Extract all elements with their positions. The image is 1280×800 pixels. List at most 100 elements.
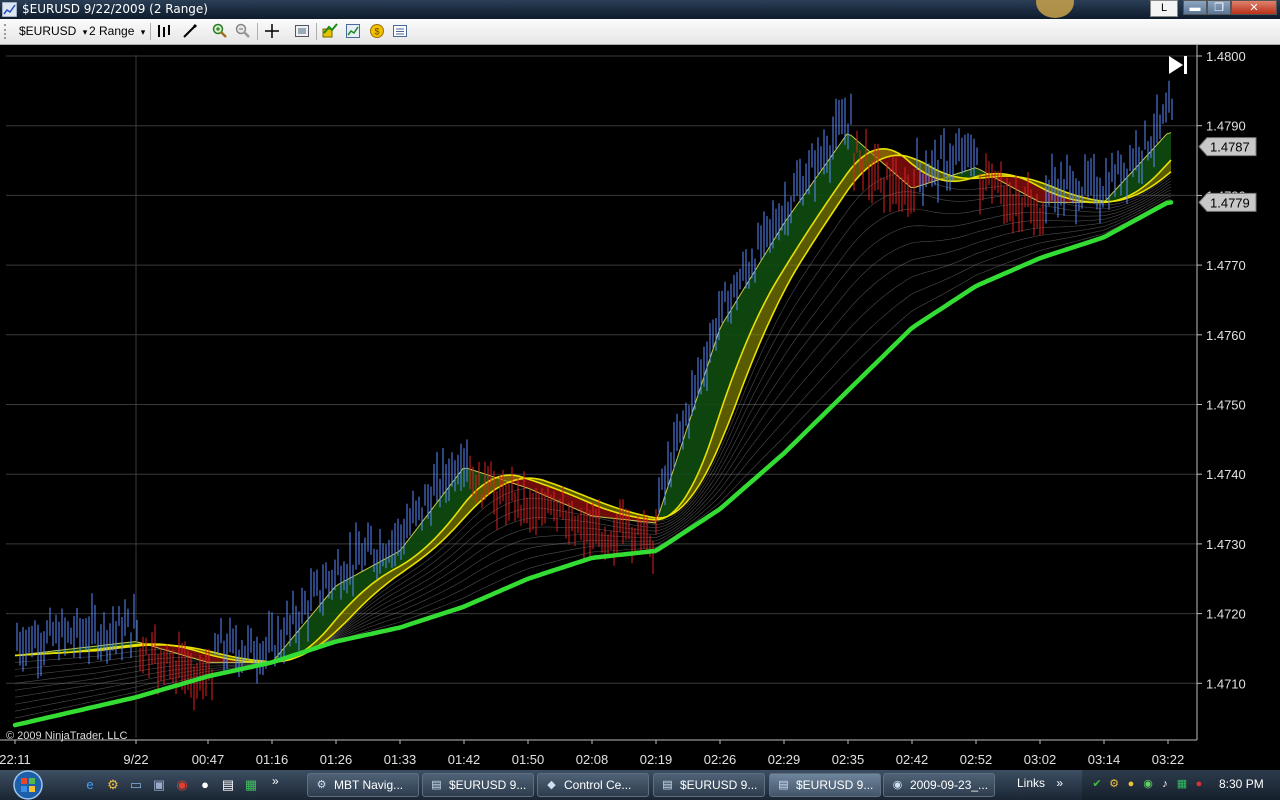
strategies-icon[interactable] [345, 23, 361, 39]
panda-icon[interactable]: ● [197, 777, 213, 793]
time-axis-label: 01:16 [256, 752, 289, 767]
links-toolbar[interactable]: Links » [1017, 776, 1063, 790]
time-axis-label: 02:19 [640, 752, 673, 767]
bar-type-icon[interactable] [156, 23, 172, 39]
notepad-icon[interactable]: ▤ [220, 777, 236, 793]
yellow-ma-line [14, 154, 1172, 663]
window-title: $EURUSD 9/22/2009 (2 Range) [22, 2, 208, 16]
ribbon-line [14, 195, 1172, 712]
security-icon[interactable]: ◉ [1141, 777, 1155, 791]
start-button[interactable] [8, 770, 48, 800]
ribbon-fill [707, 355, 711, 452]
time-axis-label: 03:02 [1024, 752, 1057, 767]
language-icon[interactable]: ● [1192, 777, 1206, 791]
time-axis-label: 01:42 [448, 752, 481, 767]
ribbon-fill [819, 168, 823, 215]
fast-ma-line [14, 132, 1172, 663]
time-axis-label: 03:22 [1152, 752, 1185, 767]
clock[interactable]: 8:30 PM [1219, 777, 1264, 791]
title-bar: $EURUSD 9/22/2009 (2 Range) L ▬ ❐ ✕ [0, 0, 1280, 19]
last-price-tag: 1.4787 [1210, 140, 1250, 155]
price-axis-label: 1.4750 [1206, 398, 1246, 413]
ribbon-fill [731, 303, 735, 382]
taskbar-button[interactable]: ◆ Control Ce... [537, 773, 649, 797]
taskbar-button[interactable]: ▤ $EURUSD 9... [653, 773, 765, 797]
instrument-selector[interactable]: $EURUSD ▾ [19, 23, 87, 40]
ribbon-fill [723, 316, 727, 405]
mbt-icon: ⚙ [316, 779, 327, 791]
zoom-out-icon[interactable] [235, 23, 251, 39]
shield-icon[interactable]: ✔ [1090, 777, 1104, 791]
copyright-text: © 2009 NinjaTrader, LLC [6, 730, 128, 742]
ribbon-fill [1143, 155, 1147, 188]
period-selector[interactable]: 2 Range ▾ [89, 23, 145, 40]
glow-orb-decoration [1036, 0, 1074, 18]
ie-icon[interactable]: e [82, 777, 98, 793]
go-to-end-icon[interactable] [1167, 54, 1191, 76]
mbt-icon[interactable]: ⚙ [105, 777, 121, 793]
chart-app-icon [2, 2, 17, 17]
ribbon-fill [775, 231, 779, 284]
links-label: Links [1017, 776, 1046, 790]
price-axis-label: 1.4720 [1206, 607, 1246, 622]
period-label: 2 Range [89, 24, 135, 38]
maximize-button[interactable]: ❐ [1207, 0, 1231, 15]
chevron-down-icon: ▾ [82, 27, 88, 37]
quicklaunch-overflow-button[interactable]: » [272, 774, 279, 788]
ribbon-fill [1167, 132, 1171, 165]
zoom-in-icon[interactable] [212, 23, 228, 39]
time-axis-label: 02:29 [768, 752, 801, 767]
indicators-icon[interactable] [322, 23, 338, 39]
network-status-icon[interactable]: ▦ [1175, 777, 1189, 791]
link-button[interactable]: L [1150, 0, 1178, 17]
close-button[interactable]: ✕ [1231, 0, 1277, 15]
chrome-icon: ◉ [892, 779, 903, 791]
ribbon-line [14, 173, 1172, 663]
chart-panel[interactable]: 1.48001.47901.47801.47701.47601.47501.47… [0, 45, 1280, 770]
chart-grid [6, 55, 1197, 738]
chevron-down-icon: ▾ [140, 27, 146, 37]
toolbar-separator [316, 23, 317, 40]
chart-trader-icon[interactable] [392, 23, 408, 39]
chrome-icon[interactable]: ◉ [174, 777, 190, 793]
ribbon-fill [691, 404, 695, 488]
ribbon-fill [791, 207, 795, 258]
toolbar-grip[interactable] [4, 24, 8, 39]
price-chart[interactable]: 1.48001.47901.47801.47701.47601.47501.47… [0, 45, 1280, 770]
time-axis-label: 02:52 [960, 752, 993, 767]
drawing-tools-icon[interactable] [182, 23, 198, 39]
desktop-icon[interactable]: ▭ [128, 777, 144, 793]
yellow-ma-band [14, 147, 1172, 664]
ribbon-fill [811, 179, 815, 227]
time-axis-label: 02:42 [896, 752, 929, 767]
time-axis-label: 01:50 [512, 752, 545, 767]
price-axis-label: 1.4800 [1206, 49, 1246, 64]
taskbar-button[interactable]: ▤ $EURUSD 9... [422, 773, 534, 797]
svg-text:$: $ [374, 27, 379, 37]
ribbon-fill [675, 452, 679, 511]
ninjatrader-icon[interactable]: ▦ [243, 777, 259, 793]
taskbar-button[interactable]: ▤ $EURUSD 9... [769, 773, 881, 797]
minimize-button[interactable]: ▬ [1183, 0, 1207, 15]
price-axis-label: 1.4760 [1206, 328, 1246, 343]
properties-icon[interactable] [294, 23, 310, 39]
chart-app-icon: ▤ [431, 779, 442, 791]
taskbar-button-label: $EURUSD 9... [449, 778, 527, 792]
ribbon-line [14, 192, 1172, 705]
time-axis-label: 9/22 [123, 752, 148, 767]
messenger-icon[interactable]: ● [1124, 777, 1138, 791]
price-axis-label: 1.4740 [1206, 467, 1246, 482]
ribbon-fill [815, 173, 819, 221]
ribbon-fill [803, 190, 807, 239]
ribbon-fill [323, 596, 327, 635]
ma-ribbon [14, 132, 1172, 719]
instrument-label: $EURUSD [19, 24, 77, 38]
volume-icon[interactable]: ♪ [1158, 777, 1172, 791]
network-icon[interactable]: ⚙ [1107, 777, 1121, 791]
crosshair-icon[interactable] [264, 23, 280, 39]
data-box-icon[interactable]: $ [369, 23, 385, 39]
window-switch-icon[interactable]: ▣ [151, 777, 167, 793]
links-overflow-icon: » [1056, 776, 1064, 790]
taskbar-button[interactable]: ⚙ MBT Navig... [307, 773, 419, 797]
taskbar-button[interactable]: ◉ 2009-09-23_... [883, 773, 995, 797]
